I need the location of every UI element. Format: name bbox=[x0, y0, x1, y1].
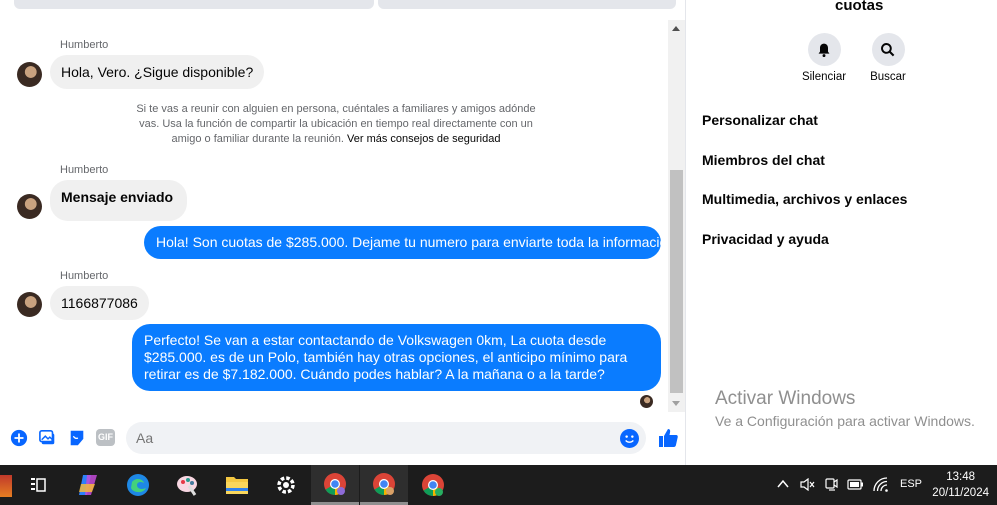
avatar[interactable] bbox=[17, 292, 42, 317]
desktop-peek-icon[interactable] bbox=[0, 475, 12, 497]
task-view-icon[interactable] bbox=[14, 465, 62, 505]
speaker-muted-icon[interactable] bbox=[800, 478, 815, 491]
read-receipt-avatar bbox=[640, 395, 653, 408]
search-icon[interactable] bbox=[871, 33, 905, 66]
settings-icon[interactable] bbox=[262, 465, 310, 505]
mute-button[interactable]: Silenciar bbox=[794, 33, 854, 83]
avatar[interactable] bbox=[17, 62, 42, 87]
search-button[interactable]: Buscar bbox=[858, 33, 918, 83]
scroll-down-arrow[interactable] bbox=[672, 401, 680, 406]
search-label: Buscar bbox=[870, 71, 906, 83]
incoming-message[interactable]: Mensaje enviado bbox=[50, 180, 188, 221]
plus-circle-icon[interactable] bbox=[10, 429, 28, 447]
system-clock[interactable]: 13:48 20/11/2024 bbox=[932, 469, 989, 501]
message-sender: Humberto bbox=[60, 270, 109, 282]
battery-icon[interactable] bbox=[847, 479, 864, 490]
chat-info-panel: cuotas Silenciar Buscar Personalizar cha… bbox=[687, 0, 997, 465]
header-button-right[interactable] bbox=[378, 0, 676, 9]
input-language[interactable]: ESP bbox=[900, 478, 922, 490]
clock-time: 13:48 bbox=[946, 471, 976, 483]
outgoing-message[interactable]: Perfecto! Se van a estar contactando de … bbox=[132, 324, 661, 391]
outgoing-message[interactable]: Hola! Son cuotas de $285.000. Dejame tu … bbox=[144, 226, 675, 259]
message-input[interactable] bbox=[126, 422, 646, 454]
camera-icon[interactable] bbox=[824, 477, 838, 492]
bell-icon[interactable] bbox=[807, 33, 841, 66]
menu-customize-chat[interactable]: Personalizar chat bbox=[702, 112, 818, 128]
activation-watermark-title: Activar Windows bbox=[715, 388, 856, 409]
incoming-message[interactable]: Hola, Vero. ¿Sigue disponible? bbox=[50, 55, 265, 89]
like-icon[interactable] bbox=[657, 427, 679, 449]
chat-title: cuotas bbox=[835, 0, 884, 14]
taskbar: ESP 13:48 20/11/2024 bbox=[0, 465, 997, 505]
header-button-left[interactable] bbox=[14, 0, 374, 9]
chrome-profile-icon[interactable] bbox=[360, 465, 408, 505]
wifi-icon[interactable] bbox=[873, 477, 889, 492]
emoji-icon[interactable] bbox=[620, 429, 639, 448]
chevron-up-icon[interactable] bbox=[777, 479, 789, 489]
chrome-icon[interactable] bbox=[311, 465, 359, 505]
sticker-icon[interactable] bbox=[68, 429, 86, 447]
mute-label: Silenciar bbox=[801, 71, 847, 83]
menu-media-files-links[interactable]: Multimedia, archivos y enlaces bbox=[702, 191, 907, 207]
scroll-thumb[interactable] bbox=[670, 170, 683, 393]
photo-icon[interactable] bbox=[39, 429, 57, 447]
gif-icon[interactable]: GIF bbox=[96, 429, 115, 446]
menu-privacy-support[interactable]: Privacidad y ayuda bbox=[702, 231, 829, 247]
edge-icon[interactable] bbox=[114, 465, 162, 505]
folder-icon[interactable] bbox=[213, 465, 261, 505]
copilot-icon[interactable] bbox=[64, 465, 112, 505]
menu-chat-members[interactable]: Miembros del chat bbox=[702, 152, 825, 168]
chat-scrollbar[interactable] bbox=[668, 20, 685, 412]
chrome-profile-2-icon[interactable] bbox=[409, 465, 457, 505]
activation-watermark-subtitle: Ve a Configuración para activar Windows. bbox=[715, 413, 975, 429]
safety-tips-link[interactable]: Ver más consejos de seguridad bbox=[347, 133, 500, 145]
incoming-message[interactable]: 1166877086 bbox=[50, 286, 149, 320]
chat-panel: Humberto Hola, Vero. ¿Sigue disponible? … bbox=[0, 0, 686, 465]
scroll-up-arrow[interactable] bbox=[672, 26, 680, 31]
avatar[interactable] bbox=[17, 194, 42, 219]
safety-notice: Si te vas a reunir con alguien en person… bbox=[134, 102, 538, 147]
paint-icon[interactable] bbox=[164, 465, 212, 505]
clock-date: 20/11/2024 bbox=[932, 487, 989, 499]
message-composer: GIF bbox=[0, 418, 686, 460]
message-sender: Humberto bbox=[60, 164, 109, 176]
message-list: Humberto Hola, Vero. ¿Sigue disponible? … bbox=[0, 20, 675, 412]
message-sender: Humberto bbox=[60, 39, 109, 51]
